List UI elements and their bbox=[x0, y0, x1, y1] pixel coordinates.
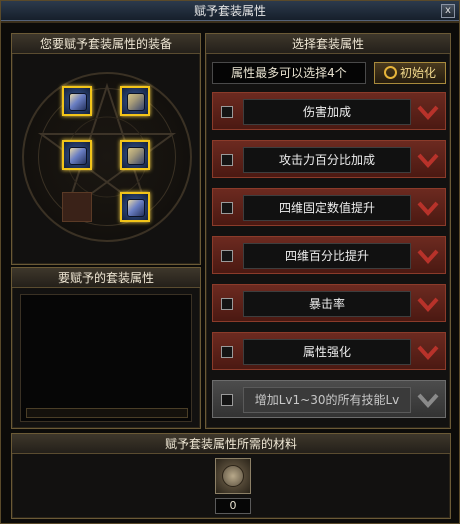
select-attribute-panel: 选择套装属性 属性最多可以选择4个 初始化 伤害加成攻击力百分比加成 四维固定数值… bbox=[205, 33, 451, 429]
equip-slot-4[interactable] bbox=[120, 140, 150, 170]
attribute-row[interactable]: 伤害加成 bbox=[212, 92, 446, 130]
assigned-attributes-list bbox=[20, 294, 192, 422]
pentagram-icon bbox=[37, 82, 177, 215]
materials-panel-title: 赋予套装属性所需的材料 bbox=[12, 434, 450, 454]
equip-slot-empty[interactable] bbox=[62, 192, 92, 222]
window-titlebar[interactable]: 赋予套装属性 x bbox=[1, 1, 459, 21]
attribute-row[interactable]: 暴击率 bbox=[212, 284, 446, 322]
attribute-checkbox[interactable] bbox=[221, 250, 233, 262]
equipment-panel-title: 您要赋予套装属性的装备 bbox=[12, 34, 200, 54]
chevron-down-icon[interactable] bbox=[417, 342, 439, 362]
attribute-row[interactable]: 属性强化 bbox=[212, 332, 446, 370]
armor-icon bbox=[69, 147, 87, 165]
equipment-panel: 您要赋予套装属性的装备 bbox=[11, 33, 201, 265]
attribute-row[interactable]: 四维固定数值提升 bbox=[212, 188, 446, 226]
attribute-checkbox[interactable] bbox=[221, 106, 233, 118]
set-attribute-window: 赋予套装属性 x 您要赋予套装属性的装备 要赋予的套装属性 选择套装属性 属性最… bbox=[0, 0, 460, 524]
material-icon bbox=[222, 465, 244, 487]
chevron-down-icon[interactable] bbox=[417, 390, 439, 410]
equip-slot-1[interactable] bbox=[62, 86, 92, 116]
attribute-row[interactable]: 四维百分比提升 bbox=[212, 236, 446, 274]
attribute-checkbox[interactable] bbox=[221, 346, 233, 358]
attribute-checkbox[interactable] bbox=[221, 154, 233, 166]
initialize-button[interactable]: 初始化 bbox=[374, 62, 446, 84]
window-title: 赋予套装属性 bbox=[193, 4, 266, 18]
chevron-down-icon[interactable] bbox=[417, 102, 439, 122]
attribute-row[interactable]: 攻击力百分比加成 bbox=[212, 140, 446, 178]
chevron-down-icon[interactable] bbox=[417, 246, 439, 266]
attribute-label: 增加Lv1~30的所有技能Lv bbox=[243, 387, 411, 413]
materials-panel: 赋予套装属性所需的材料 0 bbox=[11, 433, 451, 519]
equip-slot-6[interactable] bbox=[120, 192, 150, 222]
attribute-label: 四维百分比提升 bbox=[243, 243, 411, 269]
attribute-checkbox[interactable] bbox=[221, 298, 233, 310]
chevron-down-icon[interactable] bbox=[417, 150, 439, 170]
attribute-label: 伤害加成 bbox=[243, 99, 411, 125]
assign-attribute-title: 要赋予的套装属性 bbox=[12, 268, 200, 288]
armor-icon bbox=[127, 147, 145, 165]
equip-slot-2[interactable] bbox=[120, 86, 150, 116]
selection-limit-text: 属性最多可以选择4个 bbox=[212, 62, 366, 84]
chevron-down-icon[interactable] bbox=[417, 294, 439, 314]
equip-slot-3[interactable] bbox=[62, 140, 92, 170]
chevron-down-icon[interactable] bbox=[417, 198, 439, 218]
material-count: 0 bbox=[215, 498, 251, 514]
refresh-icon bbox=[383, 66, 397, 79]
armor-icon bbox=[127, 199, 145, 217]
attribute-row[interactable]: 增加Lv1~30的所有技能Lv bbox=[212, 380, 446, 418]
select-attribute-title: 选择套装属性 bbox=[206, 34, 450, 54]
armor-icon bbox=[69, 93, 87, 111]
assign-attribute-panel: 要赋予的套装属性 bbox=[11, 267, 201, 429]
attribute-checkbox[interactable] bbox=[221, 394, 233, 406]
horizontal-scrollbar[interactable] bbox=[26, 408, 188, 418]
attribute-label: 四维固定数值提升 bbox=[243, 195, 411, 221]
attribute-checkbox[interactable] bbox=[221, 202, 233, 214]
title-underline bbox=[1, 21, 459, 23]
material-slot[interactable] bbox=[215, 458, 251, 494]
armor-icon bbox=[127, 93, 145, 111]
attribute-label: 攻击力百分比加成 bbox=[243, 147, 411, 173]
attribute-label: 属性强化 bbox=[243, 339, 411, 365]
attribute-label: 暴击率 bbox=[243, 291, 411, 317]
initialize-label: 初始化 bbox=[399, 66, 436, 80]
close-button[interactable]: x bbox=[441, 4, 455, 18]
